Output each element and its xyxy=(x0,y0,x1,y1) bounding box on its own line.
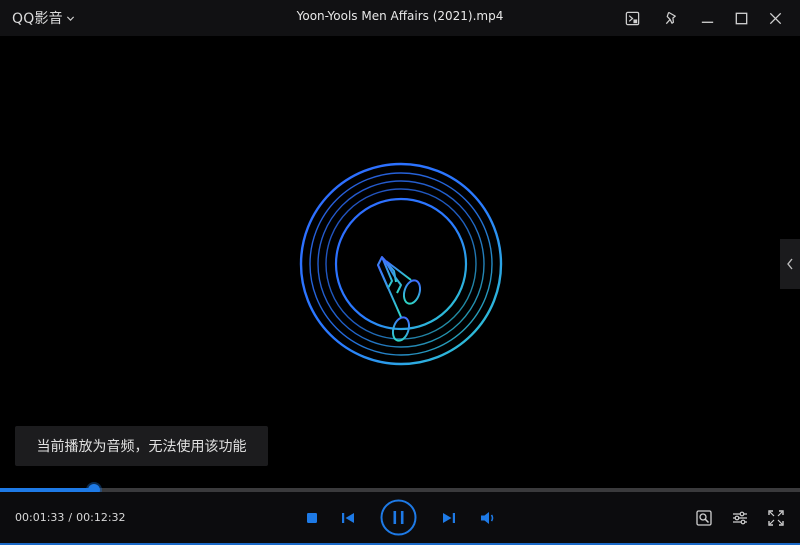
maximize-icon xyxy=(735,12,747,24)
next-icon xyxy=(443,513,455,523)
settings-icon xyxy=(733,511,747,525)
audio-notice-toast: 当前播放为音频，无法使用该功能 xyxy=(15,426,268,466)
volume-icon xyxy=(481,512,494,524)
time-separator: / xyxy=(68,511,73,524)
fullscreen-button[interactable] xyxy=(767,509,785,527)
pin-button[interactable] xyxy=(659,6,683,30)
video-area[interactable]: 当前播放为音频，无法使用该功能 xyxy=(0,36,800,488)
volume-button[interactable] xyxy=(479,509,497,527)
fullscreen-icon xyxy=(768,510,784,526)
minimize-icon xyxy=(701,21,713,23)
video-tools-button[interactable] xyxy=(695,509,713,527)
settings-button[interactable] xyxy=(731,509,749,527)
title-bar: QQ影音 Yoon-Yools Men Affairs (2021).mp4 xyxy=(0,0,800,36)
app-name: QQ影音 xyxy=(12,11,63,27)
previous-icon xyxy=(342,513,354,523)
control-bar: 00:01:33 / 00:12:32 xyxy=(0,492,800,545)
previous-button[interactable] xyxy=(340,510,356,526)
screenshot-button[interactable] xyxy=(620,6,644,30)
close-button[interactable] xyxy=(763,6,787,30)
stop-button[interactable] xyxy=(305,511,319,525)
side-panel-toggle[interactable] xyxy=(780,239,800,289)
time-display: 00:01:33 / 00:12:32 xyxy=(15,511,126,524)
minimize-button[interactable] xyxy=(695,6,719,30)
screenshot-icon xyxy=(625,11,639,25)
current-time: 00:01:33 xyxy=(15,511,65,524)
stop-icon xyxy=(307,513,317,523)
maximize-button[interactable] xyxy=(729,6,753,30)
notice-text: 当前播放为音频，无法使用该功能 xyxy=(36,439,247,455)
chevron-left-icon xyxy=(787,258,793,270)
play-pause-button[interactable] xyxy=(380,499,417,536)
pause-icon xyxy=(380,499,417,536)
total-time: 00:12:32 xyxy=(76,511,126,524)
next-button[interactable] xyxy=(441,510,457,526)
close-icon xyxy=(769,12,781,24)
video-tools-icon xyxy=(696,510,712,526)
app-menu[interactable]: QQ影音 xyxy=(12,7,75,29)
music-disc-icon xyxy=(299,162,503,366)
pin-icon xyxy=(665,11,676,24)
file-title: Yoon-Yools Men Affairs (2021).mp4 xyxy=(296,9,504,23)
chevron-down-icon xyxy=(66,15,74,21)
